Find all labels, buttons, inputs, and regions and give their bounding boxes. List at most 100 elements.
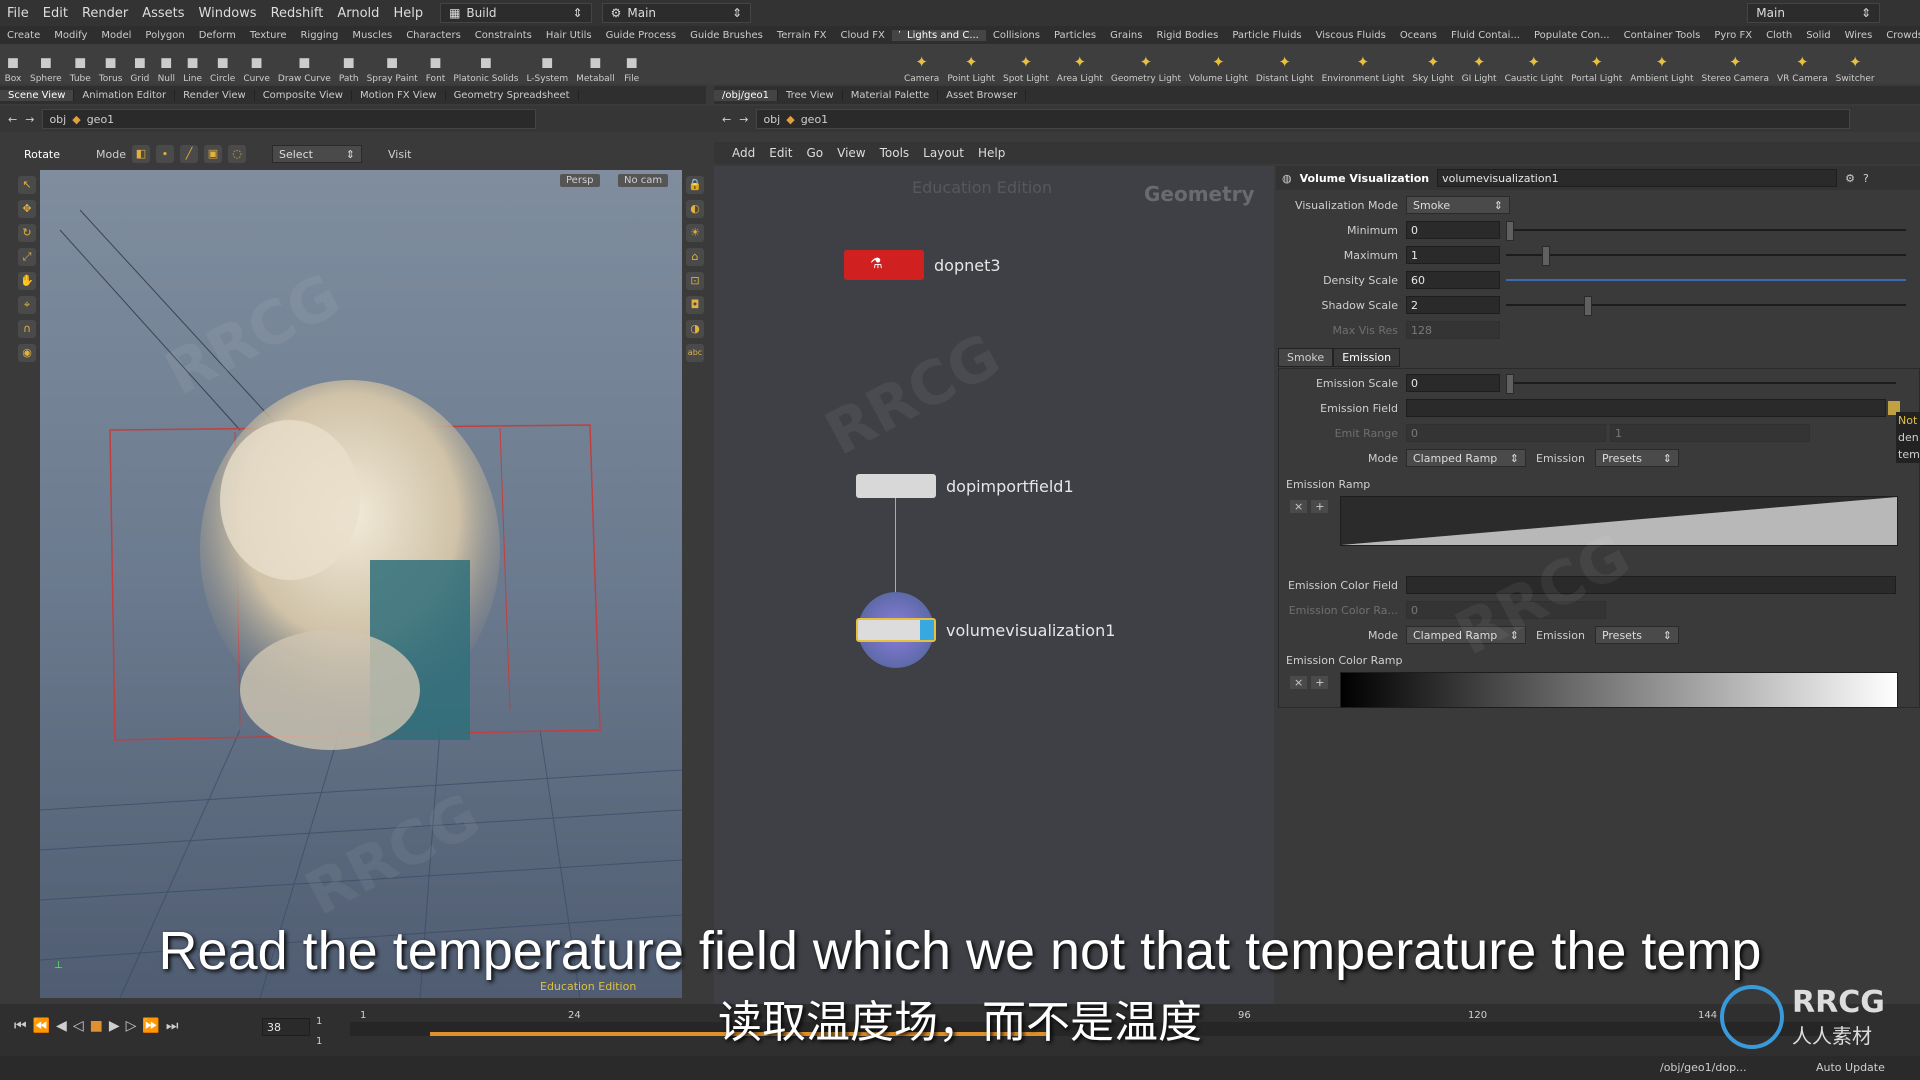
shelf-tool[interactable]: ✦ Ambient Light [1626,44,1697,84]
emission-ramp[interactable] [1340,496,1898,546]
shelf-tab[interactable]: Fluid Contai... [1444,30,1527,41]
auto-update-button[interactable]: Auto Update [1816,1061,1885,1074]
shelf-tool[interactable]: ◼ Line [179,44,206,84]
path-field-left[interactable]: obj ◆ geo1 [42,109,537,129]
shelf-tool[interactable]: ◼ L-System [522,44,572,84]
menu-assets[interactable]: Assets [135,6,191,21]
pane-tab[interactable]: Render View [175,89,255,101]
shelf-tab[interactable]: Muscles [345,30,399,41]
shelf-tool[interactable]: ✦ Spot Light [999,44,1053,84]
maximum-field[interactable]: 1 [1406,246,1500,264]
menu-windows[interactable]: Windows [192,6,264,21]
popup-item[interactable]: tem [1896,446,1920,463]
shelf-tab[interactable]: Crowds [1879,30,1920,41]
box-select-icon[interactable]: ▣ [204,145,222,163]
shelf-tool[interactable]: ✦ Geometry Light [1107,44,1185,84]
shading-icon[interactable]: ◑ [686,320,704,338]
menu-render[interactable]: Render [75,6,135,21]
pane-tab[interactable]: Animation Editor [74,89,176,101]
presets-dropdown[interactable]: Presets ⇕ [1594,449,1679,467]
rotate-tool-icon[interactable]: ↻ [18,224,36,242]
forward-arrow-icon[interactable]: → [739,113,748,126]
shelf-tool[interactable]: ✦ GI Light [1458,44,1501,84]
add-color-key-icon[interactable]: + [1311,676,1329,689]
select-icon[interactable]: ◧ [132,145,150,163]
shelf-tab[interactable]: Terrain FX [770,30,834,41]
pane-tab[interactable]: Material Palette [843,89,939,101]
visit-button[interactable]: Visit [388,148,411,161]
shelf-tool[interactable]: ✦ Stereo Camera [1698,44,1774,84]
menu-file[interactable]: File [0,6,36,21]
shelf-tab[interactable]: Collisions [986,30,1047,41]
select-tool-icon[interactable]: ↖ [18,176,36,194]
shelf-tool[interactable]: ◼ Path [335,44,363,84]
pane-tab[interactable]: Asset Browser [938,89,1027,101]
shelf-tab[interactable]: Deform [192,30,243,41]
pane-tab[interactable]: /obj/geo1 [714,89,778,101]
pane-tab[interactable]: Composite View [255,89,352,101]
shelf-tab[interactable]: Grains [1103,30,1149,41]
path-field-right[interactable]: obj ◆ geo1 [756,109,1851,129]
node-name-field[interactable]: volumevisualization1 [1437,169,1838,187]
menu-arnold[interactable]: Arnold [330,6,386,21]
shelf-tab[interactable]: Polygon [138,30,191,41]
status-path[interactable]: /obj/geo1/dop... [1660,1061,1747,1074]
shelf-tab[interactable]: Model [94,30,138,41]
shelf-tab[interactable]: Guide Brushes [683,30,770,41]
network-menu-item[interactable]: Go [806,146,823,160]
points-icon[interactable]: ∙ [156,145,174,163]
menu-help[interactable]: Help [386,6,430,21]
shelf-tool[interactable]: ◼ Null [153,44,179,84]
shelf-tool[interactable]: ✦ Area Light [1053,44,1107,84]
forward-arrow-icon[interactable]: → [25,113,34,126]
network-menu-item[interactable]: Help [978,146,1005,160]
shelf-tab[interactable]: Lights and C... [900,29,986,41]
node-dopimportfield1[interactable]: dopimportfield1 [856,474,1074,498]
desktop-build[interactable]: ▦ Build ⇕ [440,3,592,23]
back-arrow-icon[interactable]: ← [8,113,17,126]
pane-tab[interactable]: Motion FX View [352,89,446,101]
camera-menu[interactable]: No cam [618,174,669,187]
emission-color-ramp[interactable] [1340,672,1898,708]
node-dopnet3[interactable]: ⚗ dopnet3 [844,250,1001,280]
shelf-tool[interactable]: ✦ Sky Light [1408,44,1457,84]
max-vis-res-field[interactable]: 128 [1406,321,1500,339]
shelf-tab[interactable]: Create [0,30,47,41]
shelf-tab[interactable]: Texture [243,30,294,41]
gear-icon[interactable]: ⚙ [1845,172,1855,185]
shelf-tab[interactable]: Guide Process [599,30,683,41]
shelf-tab[interactable]: Container Tools [1617,30,1708,41]
pane-tab[interactable]: Tree View [778,89,843,101]
shelf-tool[interactable]: ✦ Point Light [943,44,999,84]
emission-color-field-input[interactable] [1406,576,1896,594]
presets-dropdown-2[interactable]: Presets ⇕ [1594,626,1679,644]
shelf-tool[interactable]: ✦ Camera [900,44,943,84]
lock-icon[interactable]: 🔒 [686,176,704,194]
node-volumevisualization1[interactable]: volumevisualization1 [856,592,1115,668]
popup-item[interactable]: Not [1896,412,1920,429]
shelf-tab[interactable]: Constraints [468,30,539,41]
camera-icon[interactable]: ◘ [686,296,704,314]
home-icon[interactable]: ⌂ [686,248,704,266]
select-dropdown[interactable]: Select ⇕ [272,145,362,163]
shelf-tool[interactable]: ✦ Switcher [1832,44,1879,84]
pose-tool-icon[interactable]: ✋ [18,272,36,290]
desktop-main[interactable]: ⚙ Main ⇕ [601,3,752,23]
shelf-tab[interactable]: Particle Fluids [1225,30,1308,41]
shelf-tab[interactable]: Solid [1799,30,1837,41]
network-menu-item[interactable]: Layout [923,146,964,160]
maximum-slider[interactable] [1506,246,1906,266]
rotate-tool[interactable]: Rotate [24,148,60,161]
network-editor[interactable]: Education Edition Geometry ⚗ dopnet3 dop… [714,166,1274,1016]
shadow-scale-field[interactable]: 2 [1406,296,1500,314]
lasso-icon[interactable]: ◌ [228,145,246,163]
scale-tool-icon[interactable]: ⤢ [18,248,36,266]
shelf-tool[interactable]: ✦ Volume Light [1185,44,1252,84]
emission-field-input[interactable] [1406,399,1886,417]
shelf-tab[interactable]: Pyro FX [1707,30,1759,41]
mode-dropdown[interactable]: Clamped Ramp ⇕ [1406,449,1526,467]
shelf-tool[interactable]: ◼ Font [422,44,450,84]
shelf-tool[interactable]: ◼ Sphere [26,44,66,84]
shelf-tab[interactable]: Viscous Fluids [1309,30,1393,41]
magnet-icon[interactable]: ∩ [18,320,36,338]
